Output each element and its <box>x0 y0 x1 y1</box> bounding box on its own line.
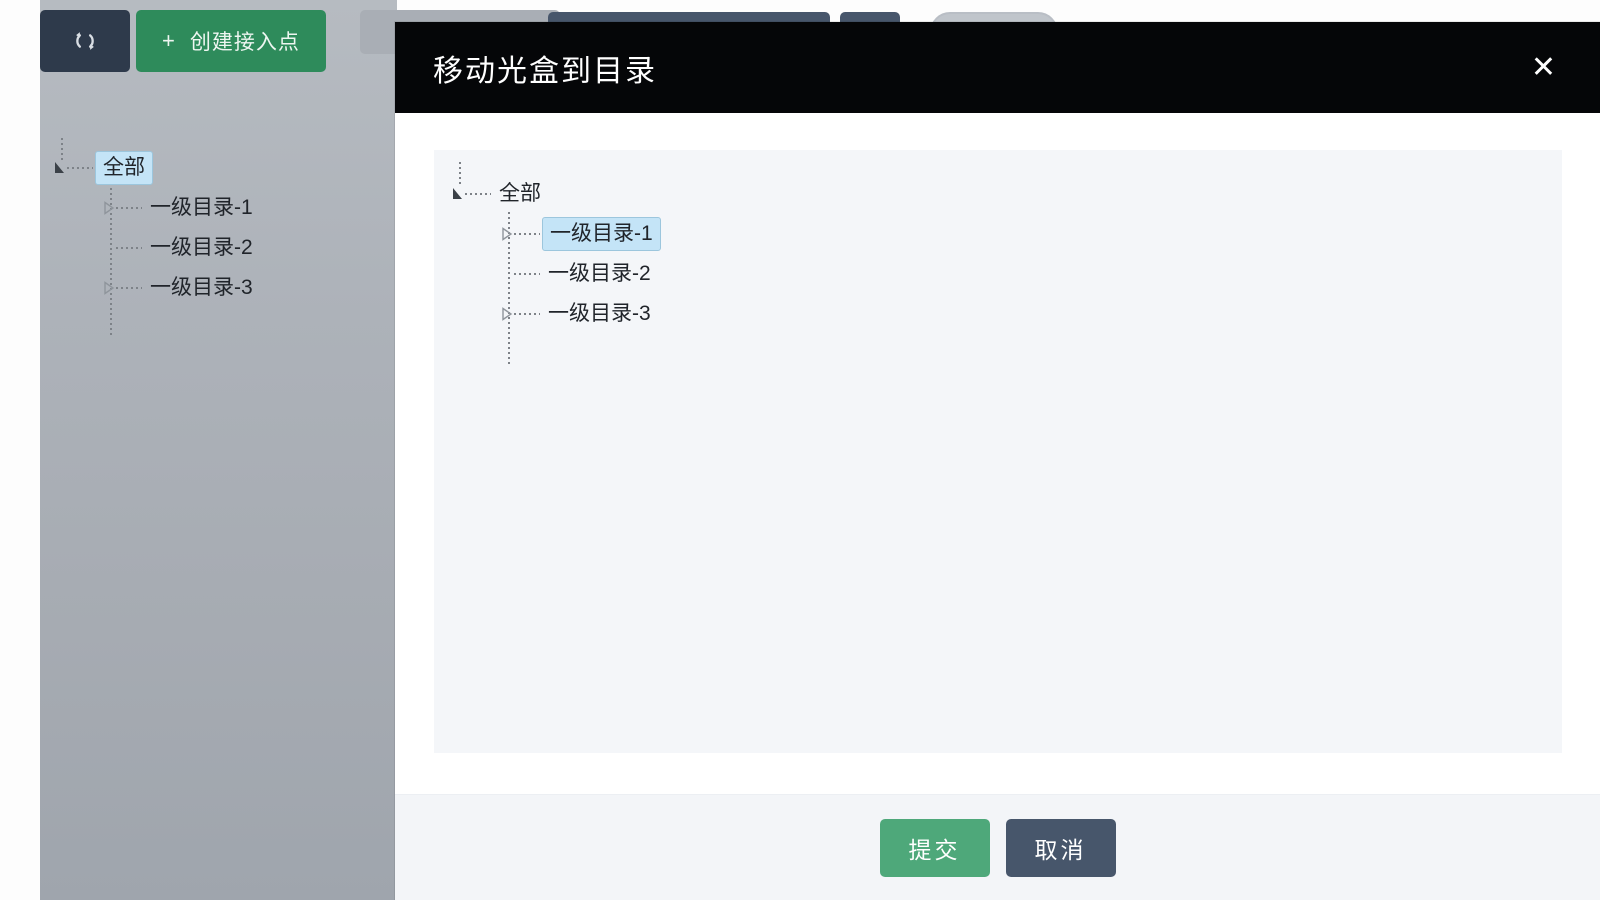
tree-dash <box>116 207 142 209</box>
tree-node-child[interactable]: 一级目录-1 <box>450 214 970 254</box>
directory-tree-panel[interactable]: 全部 一级目录-1 一级目录-2 一级目录-3 <box>434 150 1562 753</box>
collapse-triangle-icon[interactable] <box>52 160 66 176</box>
create-access-point-button[interactable]: + 创建接入点 <box>136 10 326 72</box>
tree-dash <box>116 287 142 289</box>
tree-node-label[interactable]: 一级目录-3 <box>542 299 657 329</box>
expand-triangle-icon[interactable] <box>101 280 115 296</box>
tree-node-label[interactable]: 一级目录-2 <box>542 259 657 289</box>
tree-toggle-placeholder <box>101 240 115 256</box>
submit-button[interactable]: 提交 <box>879 818 990 877</box>
tree-dash <box>465 193 491 195</box>
collapse-triangle-icon[interactable] <box>450 186 464 202</box>
tree-dash <box>514 273 540 275</box>
tree-node-child[interactable]: 一级目录-3 <box>52 268 372 308</box>
tree-node-child[interactable]: 一级目录-1 <box>52 188 372 228</box>
expand-triangle-icon[interactable] <box>101 200 115 216</box>
background-toolbar: + 创建接入点 <box>40 10 326 72</box>
dialog-body: 全部 一级目录-1 一级目录-2 一级目录-3 <box>395 113 1600 794</box>
tree-dash <box>514 313 540 315</box>
dialog-footer: 提交 取消 <box>395 794 1600 900</box>
tree-node-label[interactable]: 一级目录-1 <box>144 193 259 223</box>
close-icon[interactable]: ✕ <box>1525 49 1562 87</box>
expand-triangle-icon[interactable] <box>499 306 513 322</box>
dialog-header: 移动光盒到目录 ✕ <box>395 22 1600 113</box>
tree-node-label[interactable]: 全部 <box>95 150 153 186</box>
move-to-directory-dialog: 移动光盒到目录 ✕ 全部 一级目录-1 一级目录-2 一级目录-3 提交 取消 <box>395 22 1600 900</box>
background-side-panel <box>40 0 397 900</box>
tree-dash <box>514 233 540 235</box>
cancel-button[interactable]: 取消 <box>1005 818 1116 877</box>
tree-node-label[interactable]: 一级目录-1 <box>542 216 661 252</box>
dialog-title: 移动光盒到目录 <box>433 54 657 88</box>
create-access-point-label: 创建接入点 <box>189 31 300 54</box>
plus-icon: + <box>162 28 176 53</box>
refresh-icon <box>76 32 94 50</box>
tree-node-root[interactable]: 全部 <box>450 174 970 214</box>
refresh-button[interactable] <box>40 10 130 72</box>
tree-dash <box>67 167 93 169</box>
modal-directory-tree: 全部 一级目录-1 一级目录-2 一级目录-3 <box>450 162 970 364</box>
tree-node-child[interactable]: 一级目录-3 <box>450 294 970 334</box>
expand-triangle-icon[interactable] <box>499 226 513 242</box>
tree-node-child[interactable]: 一级目录-2 <box>450 254 970 294</box>
tree-toggle-placeholder <box>499 266 513 282</box>
tree-node-child[interactable]: 一级目录-2 <box>52 228 372 268</box>
tree-node-label[interactable]: 一级目录-2 <box>144 233 259 263</box>
tree-node-label[interactable]: 一级目录-3 <box>144 273 259 303</box>
tree-node-root[interactable]: 全部 <box>52 148 372 188</box>
tree-node-label[interactable]: 全部 <box>493 179 547 209</box>
background-directory-tree: 全部 一级目录-1 一级目录-2 一级目录-3 <box>52 138 372 338</box>
tree-dash <box>116 247 142 249</box>
